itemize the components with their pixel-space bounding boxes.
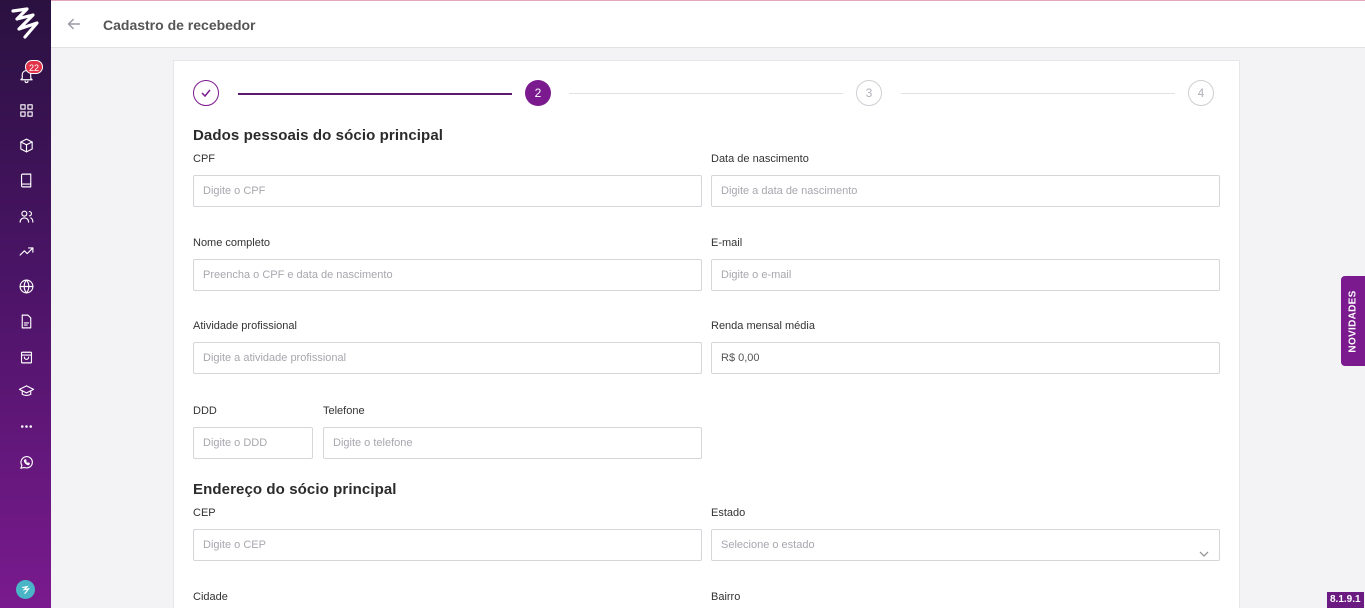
step-4-pending: 4 [1188, 80, 1214, 106]
bag-icon[interactable] [14, 344, 38, 368]
ddd-label: DDD [193, 405, 217, 417]
phone-input[interactable]: Digite o telefone [323, 427, 702, 459]
sidebar: 22 [0, 0, 51, 608]
step-connector-2 [569, 93, 843, 94]
cpf-label: CPF [193, 153, 215, 165]
avatar[interactable] [16, 580, 35, 599]
form-card: 2 3 4 Dados pessoais do sócio principal … [173, 60, 1240, 608]
step-1-done [193, 80, 219, 106]
novidades-label: NOVIDADES [1347, 289, 1359, 353]
version-badge: 8.1.9.1 [1327, 592, 1364, 608]
birth-date-label: Data de nascimento [711, 153, 809, 165]
cpf-input[interactable]: Digite o CPF [193, 175, 702, 207]
box-icon[interactable] [14, 133, 38, 157]
income-input[interactable]: R$ 0,00 [711, 342, 1220, 374]
full-name-input[interactable]: Preencha o CPF e data de nascimento [193, 259, 702, 291]
step-2-active: 2 [525, 80, 551, 106]
step-connector-1 [238, 93, 512, 95]
district-label: Bairro [711, 591, 741, 603]
address-section-title: Endereço do sócio principal [193, 481, 397, 498]
book-icon[interactable] [14, 168, 38, 192]
more-icon[interactable] [14, 414, 38, 438]
step-connector-3 [901, 93, 1175, 94]
state-label: Estado [711, 507, 746, 519]
users-icon[interactable] [14, 204, 38, 228]
phone-label: Telefone [323, 405, 365, 417]
grid-icon[interactable] [14, 98, 38, 122]
check-icon [201, 89, 211, 98]
state-select-value: Selecione o estado [721, 539, 815, 551]
globe-icon[interactable] [14, 274, 38, 298]
email-input[interactable]: Digite o e-mail [711, 259, 1220, 291]
page-title: Cadastro de recebedor [103, 17, 256, 33]
top-header: Cadastro de recebedor [51, 0, 1365, 48]
brand-logo[interactable] [7, 5, 43, 41]
trending-icon[interactable] [14, 239, 38, 263]
state-select[interactable]: Selecione o estado [711, 529, 1220, 561]
back-arrow-icon[interactable] [65, 15, 85, 35]
full-name-label: Nome completo [193, 237, 271, 249]
birth-date-input[interactable]: Digite a data de nascimento [711, 175, 1220, 207]
email-label: E-mail [711, 237, 743, 249]
activity-input[interactable]: Digite a atividade profissional [193, 342, 702, 374]
ddd-input[interactable]: Digite o DDD [193, 427, 313, 459]
notification-badge: 22 [25, 60, 44, 74]
activity-label: Atividade profissional [193, 320, 297, 332]
city-label: Cidade [193, 591, 228, 603]
chevron-down-icon [1199, 541, 1209, 557]
whatsapp-icon[interactable] [14, 450, 38, 474]
step-3-pending: 3 [856, 80, 882, 106]
cep-input[interactable]: Digite o CEP [193, 529, 702, 561]
personal-section-title: Dados pessoais do sócio principal [193, 127, 444, 144]
novidades-tab[interactable]: NOVIDADES [1341, 276, 1365, 366]
graduation-icon[interactable] [14, 379, 38, 403]
cep-label: CEP [193, 507, 216, 519]
document-icon[interactable] [14, 309, 38, 333]
income-label: Renda mensal média [711, 320, 815, 332]
